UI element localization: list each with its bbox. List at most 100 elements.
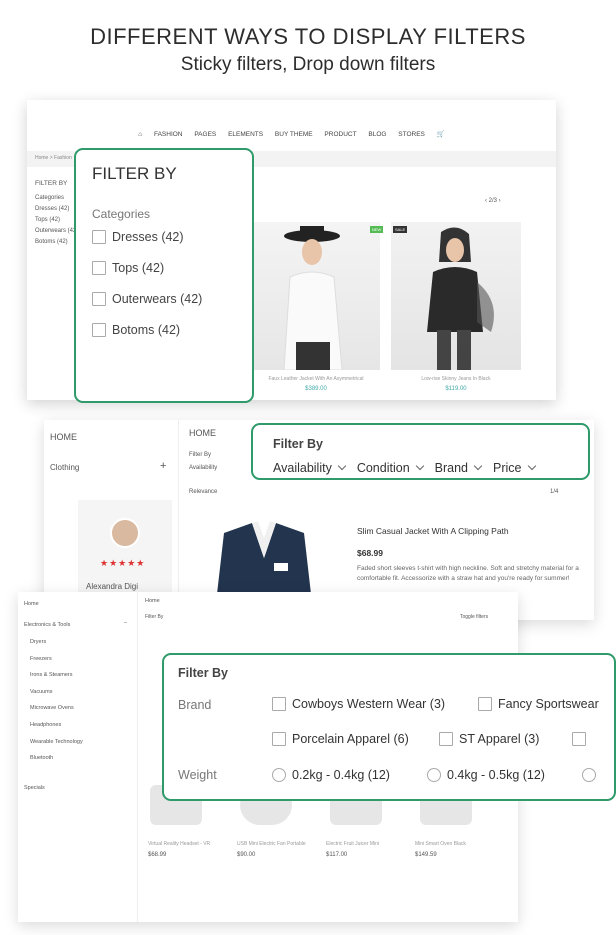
sidebar-filter: FILTER BY Categories Dresses (42) Tops (… — [35, 180, 78, 250]
product-name[interactable]: Low-rise Skinny Jeans In Black — [391, 376, 521, 382]
filter-by-label: Filter By — [145, 614, 164, 620]
price-dropdown[interactable]: Price — [493, 461, 536, 475]
brand-option[interactable] — [572, 732, 592, 746]
checkbox[interactable] — [478, 697, 492, 711]
sale-badge: SALE — [393, 226, 408, 233]
sidebar-categories: Categories — [35, 195, 65, 201]
product-name[interactable]: Faux Leather Jacket With An Asymmetrical — [251, 376, 381, 382]
product-image[interactable] — [252, 222, 380, 371]
dropdown-label: Brand — [434, 461, 469, 475]
radio[interactable] — [272, 768, 286, 782]
product-name[interactable]: Mini Smart Oven Black — [415, 841, 466, 847]
checkbox[interactable] — [92, 292, 106, 306]
product-description: Faded short sleeves t-shirt with high ne… — [357, 565, 579, 582]
page-subheading: Sticky filters, Drop down filters — [180, 54, 436, 75]
home-icon[interactable]: ⌂ — [138, 131, 142, 138]
subcategory-item[interactable]: Irons & Steamers — [30, 672, 73, 678]
subcategory-item[interactable]: Freezers — [30, 656, 52, 662]
nav-item[interactable]: FASHION — [154, 131, 183, 138]
product-name[interactable]: Virtual Reality Headset - VR — [148, 841, 210, 847]
nav-item[interactable]: STORES — [398, 131, 425, 138]
checkbox[interactable] — [92, 230, 106, 244]
filter-section-categories: Categories — [92, 207, 151, 221]
product-price: $68.99 — [148, 852, 167, 858]
dropdown-label: Availability — [273, 461, 332, 475]
subcategory-item[interactable]: Microwave Ovens — [30, 705, 74, 711]
option-label: Dresses (42) — [112, 230, 184, 244]
sort-dropdown[interactable]: Relevance — [189, 489, 217, 495]
breadcrumb[interactable]: HOME — [189, 428, 216, 438]
brand-option[interactable]: Porcelain Apparel (6) — [272, 732, 409, 746]
product-title[interactable]: Slim Casual Jacket With A Clipping Path — [357, 526, 509, 536]
toggle-filters-link[interactable]: Toggle filters — [460, 614, 488, 620]
category-option[interactable]: Botoms (42) — [92, 323, 180, 337]
nav-item[interactable]: ELEMENTS — [228, 131, 263, 138]
brand-option[interactable]: Fancy Sportswear — [478, 697, 599, 711]
weight-option[interactable]: 0.4kg - 0.5kg (12) — [427, 768, 545, 782]
filter-by-card-horizontal: Filter By Brand Weight Cowboys Western W… — [162, 653, 616, 801]
category-option[interactable]: Tops (42) — [92, 261, 164, 275]
home-label[interactable]: HOME — [50, 432, 77, 442]
category-label[interactable]: Clothing — [50, 463, 79, 472]
product-name[interactable]: USB Mini Electric Fan Portable — [237, 841, 306, 847]
subcategory-item[interactable]: Wearable Technology — [30, 739, 83, 745]
subcategory-item[interactable]: Vacuums — [30, 689, 53, 695]
nav-item[interactable]: BUY THEME — [275, 131, 313, 138]
filter-by-label: Filter By — [189, 452, 212, 458]
filter-title: Filter By — [273, 437, 324, 451]
new-badge: NEW — [370, 226, 384, 233]
category-label[interactable]: Electronics & Tools — [24, 622, 70, 628]
checkbox[interactable] — [572, 732, 586, 746]
condition-dropdown[interactable]: Condition — [356, 461, 424, 475]
availability-dropdown[interactable]: Availability — [273, 461, 347, 475]
nav-item[interactable]: PRODUCT — [324, 131, 356, 138]
subcategory-item[interactable]: Headphones — [30, 722, 61, 728]
radio[interactable] — [427, 768, 441, 782]
brand-dropdown[interactable]: Brand — [434, 461, 483, 475]
collapse-minus-icon[interactable]: – — [124, 620, 127, 626]
category-option[interactable]: Dresses (42) — [92, 230, 184, 244]
radio[interactable] — [582, 768, 596, 782]
nav-item[interactable]: PAGES — [194, 131, 216, 138]
brand-option[interactable]: ST Apparel (3) — [439, 732, 539, 746]
reviewer-name: Alexandra Digi — [86, 582, 139, 591]
pager[interactable]: ‹ 2/3 › — [485, 198, 501, 204]
sidebar-filter-item[interactable]: Botoms (42) — [35, 239, 78, 245]
checkbox[interactable] — [439, 732, 453, 746]
checkbox[interactable] — [92, 261, 106, 275]
dropdown-label: Condition — [356, 461, 410, 475]
model-illustration — [283, 226, 343, 371]
filter-title: Filter By — [178, 666, 229, 680]
checkbox[interactable] — [92, 323, 106, 337]
brand-option[interactable]: Cowboys Western Wear (3) — [272, 697, 445, 711]
product-name[interactable]: Electric Fruit Juicer Mini — [326, 841, 379, 847]
product-price: $149.59 — [415, 852, 437, 858]
product-image[interactable] — [391, 222, 521, 370]
category-option[interactable]: Outerwears (42) — [92, 292, 202, 306]
option-label: Porcelain Apparel (6) — [292, 732, 409, 746]
expand-plus-icon[interactable]: + — [160, 460, 166, 472]
nav-item[interactable]: BLOG — [368, 131, 386, 138]
checkbox[interactable] — [272, 732, 286, 746]
option-label: 0.4kg - 0.5kg (12) — [447, 768, 545, 782]
left-column: HOME Clothing + ★★★★★ Alexandra Digi — [44, 420, 179, 620]
sidebar-filter-item[interactable]: Outerwears (42) — [35, 228, 78, 234]
subcategory-item[interactable]: Dryers — [30, 639, 46, 645]
product-price: $389.00 — [305, 386, 327, 392]
model-illustration — [427, 227, 494, 370]
pager[interactable]: 1/4 — [550, 489, 558, 495]
sidebar-filter-item[interactable]: Dresses (42) — [35, 206, 78, 212]
home-label[interactable]: Home — [24, 601, 39, 607]
option-label: 0.2kg - 0.4kg (12) — [292, 768, 390, 782]
checkbox[interactable] — [272, 697, 286, 711]
cart-icon[interactable]: 🛒 — [437, 130, 445, 138]
availability-dropdown[interactable]: Availability — [189, 465, 217, 471]
main-nav: ⌂ FASHION PAGES ELEMENTS BUY THEME PRODU… — [27, 130, 556, 148]
breadcrumb[interactable]: Home — [145, 598, 160, 604]
weight-option[interactable] — [582, 768, 602, 782]
weight-label: Weight — [178, 768, 217, 782]
avatar — [110, 518, 140, 548]
subcategory-item[interactable]: Bluetooth — [30, 755, 53, 761]
sidebar-filter-item[interactable]: Tops (42) — [35, 217, 78, 223]
weight-option[interactable]: 0.2kg - 0.4kg (12) — [272, 768, 390, 782]
